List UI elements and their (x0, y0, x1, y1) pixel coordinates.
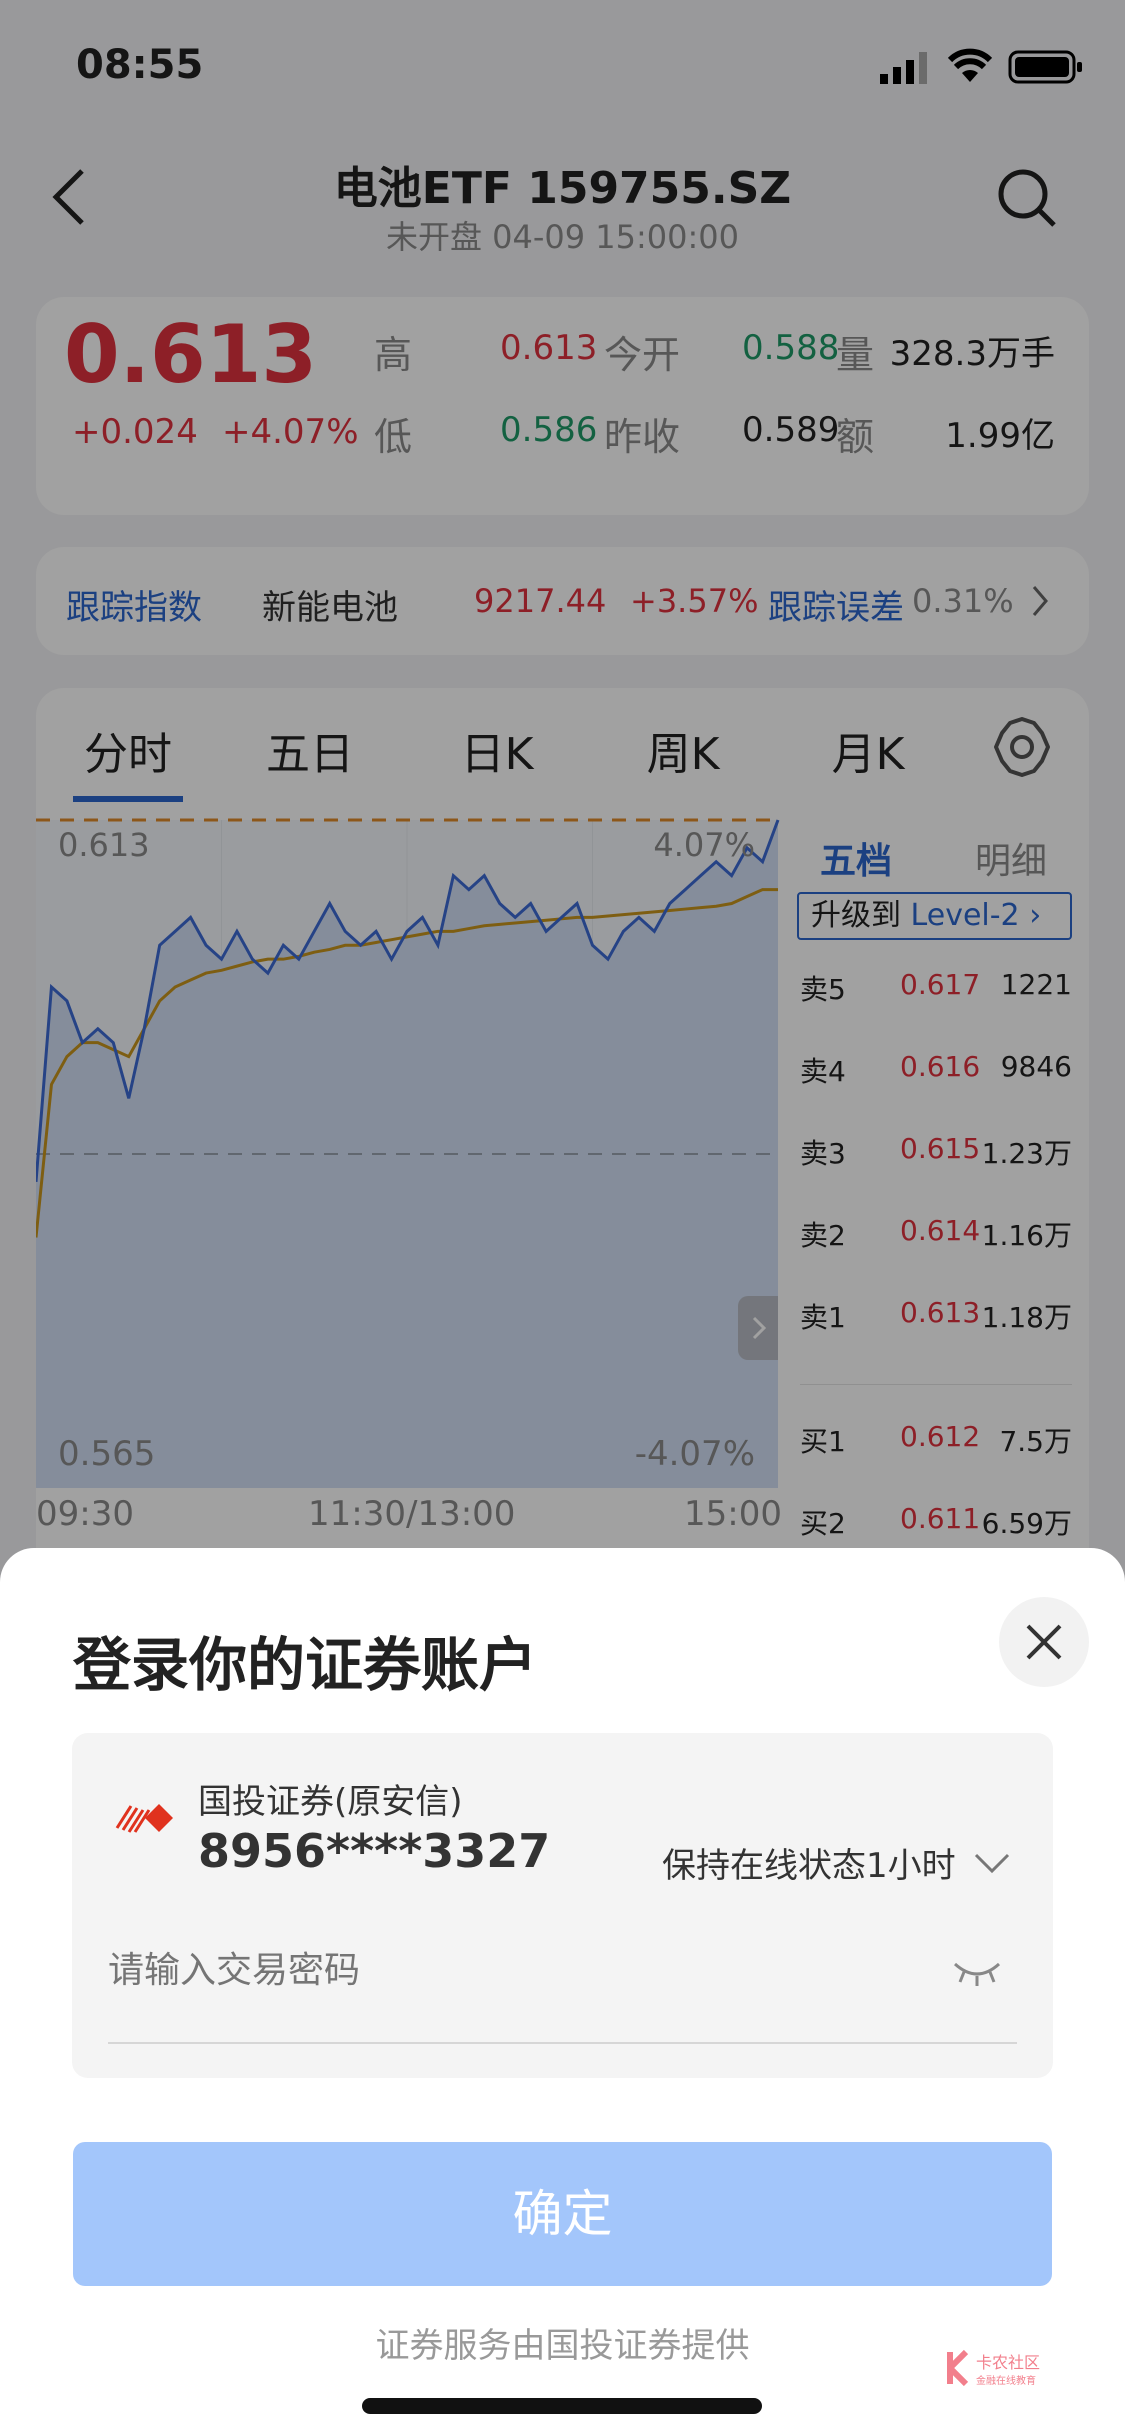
account-number: 8956****3327 (198, 1824, 551, 1878)
close-button[interactable] (999, 1597, 1089, 1687)
password-input[interactable] (108, 1940, 928, 2000)
toggle-password-visibility[interactable] (952, 1958, 1002, 1992)
chevron-down-icon (975, 1853, 1010, 1874)
login-sheet: 登录你的证券账户 国投证券(原安信) 8956****3327 保持在线状态1小… (0, 1548, 1125, 2436)
sheet-title: 登录你的证券账户 (73, 1631, 538, 1699)
close-icon (1026, 1624, 1062, 1660)
broker-logo (115, 1800, 175, 1840)
eye-closed-icon (953, 1962, 1001, 1986)
online-duration-value: 保持在线状态1小时 (662, 1846, 956, 1886)
svg-text:金融在线教育: 金融在线教育 (976, 2374, 1036, 2387)
password-underline (108, 2042, 1017, 2044)
broker-name: 国投证券(原安信) (198, 1782, 463, 1822)
home-indicator (362, 2398, 762, 2414)
online-duration-select[interactable]: 保持在线状态1小时 (662, 1838, 1012, 1887)
svg-text:卡农社区: 卡农社区 (976, 2353, 1040, 2372)
watermark-logo: 卡农社区金融在线教育 (946, 2348, 1066, 2392)
confirm-button[interactable]: 确定 (73, 2142, 1052, 2286)
